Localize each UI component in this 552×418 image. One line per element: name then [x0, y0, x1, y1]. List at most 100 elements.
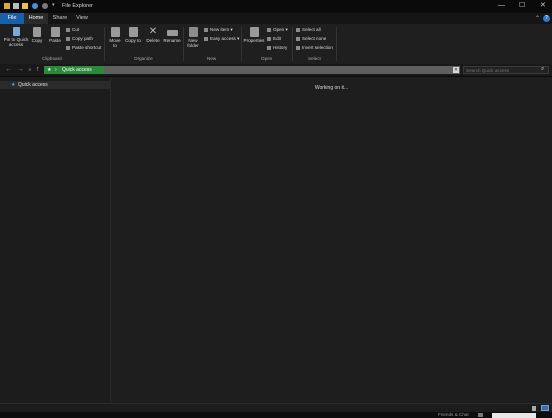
pin-to-quick-access-label: Pin to Quick access: [3, 37, 29, 47]
move-to-button[interactable]: Move to: [107, 27, 123, 48]
new-folder-icon: [188, 27, 198, 37]
delete-label: Delete: [146, 38, 160, 43]
cut-label: Cut: [72, 27, 80, 32]
new-item-icon: [204, 27, 208, 32]
move-to-label: Move to: [109, 38, 121, 48]
open-button[interactable]: Open ▾: [267, 27, 288, 33]
copy-path-icon: [66, 36, 70, 41]
copy-button[interactable]: Copy: [30, 27, 44, 43]
edit-label: Edit: [273, 36, 281, 41]
folder-icon: [4, 3, 10, 9]
search-box[interactable]: ⌕: [463, 66, 549, 74]
invert-selection-button[interactable]: Invert selection: [296, 45, 333, 51]
copy-path-button[interactable]: Copy path: [66, 36, 93, 42]
delete-x-icon: ✕: [148, 26, 158, 37]
invert-selection-label: Invert selection: [302, 45, 333, 50]
notification-bar: [492, 413, 536, 418]
cut-button[interactable]: Cut: [66, 27, 79, 33]
minimize-ribbon-chevron-icon[interactable]: ⌃: [535, 15, 540, 22]
copy-path-label: Copy path: [72, 36, 93, 41]
properties-button[interactable]: Properties: [243, 27, 265, 43]
ribbon: Pin to Quick access Copy Paste Cut Copy …: [0, 24, 552, 65]
details-view-icon[interactable]: [532, 406, 536, 411]
select-all-icon: [296, 27, 300, 32]
tab-share[interactable]: Share: [50, 13, 70, 24]
forward-arrow-icon[interactable]: →: [17, 65, 24, 75]
tab-view[interactable]: View: [72, 13, 92, 24]
paste-button[interactable]: Paste: [47, 27, 63, 43]
close-button[interactable]: ✕: [540, 2, 546, 10]
address-row: ← → ∨ ↑ ★ › Quick access ✕ ⌕: [0, 64, 552, 76]
easy-access-button[interactable]: Easy access ▾: [204, 36, 239, 42]
delete-button[interactable]: ✕ Delete: [144, 26, 162, 44]
customize-qa-chevron-icon[interactable]: ▾: [52, 2, 56, 8]
navigation-pane: ★ Quick access: [0, 77, 111, 403]
new-folder-label: New folder: [187, 38, 199, 48]
new-item-label: New item: [210, 27, 230, 32]
window-title: File Explorer: [62, 3, 93, 9]
copy-label: Copy: [31, 38, 43, 43]
new-folder-quick-icon[interactable]: [22, 3, 28, 9]
paste-label: Paste: [49, 38, 61, 43]
history-icon: [267, 45, 271, 50]
pin-to-quick-access-button[interactable]: Pin to Quick access: [2, 27, 30, 47]
paste-shortcut-label: Paste shortcut: [72, 45, 102, 50]
rename-button[interactable]: Rename: [162, 27, 182, 43]
select-group-label: Select: [308, 56, 321, 61]
chat-icon[interactable]: [478, 413, 483, 417]
address-bar[interactable]: ★ › Quick access ✕: [44, 66, 460, 74]
new-folder-button[interactable]: New folder: [185, 27, 201, 48]
properties-quick-icon[interactable]: [13, 3, 19, 9]
file-list-pane[interactable]: Working on it...: [111, 77, 552, 403]
group-divider: [241, 27, 242, 61]
cut-icon: [66, 27, 70, 32]
redo-icon[interactable]: [42, 3, 48, 9]
large-icons-view-icon[interactable]: [541, 405, 549, 411]
quick-access-star-icon: ★: [47, 67, 52, 73]
back-arrow-icon[interactable]: ←: [5, 65, 12, 75]
up-arrow-icon[interactable]: ↑: [36, 65, 40, 75]
maximize-button[interactable]: ☐: [519, 2, 525, 10]
edit-button[interactable]: Edit: [267, 36, 281, 42]
rename-label: Rename: [163, 38, 181, 43]
breadcrumb-chevron-icon[interactable]: ›: [55, 66, 57, 74]
copy-to-icon: [128, 27, 138, 37]
ribbon-tab-bar: File Home Share View ⌃ ?: [0, 13, 552, 24]
address-dropdown-icon[interactable]: ✕: [453, 67, 459, 73]
organize-group-label: Organize: [134, 56, 153, 61]
copy-to-label: Copy to: [125, 38, 141, 43]
select-all-button[interactable]: Select all: [296, 27, 321, 33]
copy-to-button[interactable]: Copy to: [125, 27, 141, 43]
pin-icon: [12, 27, 20, 36]
nav-item-quick-access[interactable]: ★ Quick access: [0, 81, 110, 89]
tab-file[interactable]: File: [0, 13, 24, 24]
rename-icon: [166, 30, 178, 36]
open-icon: [267, 27, 271, 32]
easy-access-label: Easy access: [210, 36, 236, 41]
select-all-label: Select all: [302, 27, 321, 32]
move-to-icon: [110, 27, 120, 37]
history-button[interactable]: History: [267, 45, 287, 51]
recent-locations-chevron-icon[interactable]: ∨: [28, 65, 32, 75]
tab-home[interactable]: Home: [24, 13, 48, 24]
minimize-button[interactable]: —: [498, 2, 505, 10]
new-item-button[interactable]: New item ▾: [204, 27, 233, 33]
edit-icon: [267, 36, 271, 41]
select-none-icon: [296, 36, 300, 41]
search-input[interactable]: [466, 67, 536, 73]
group-divider: [336, 27, 337, 61]
paste-icon: [50, 27, 60, 37]
paste-shortcut-icon: [66, 45, 70, 50]
group-divider: [183, 27, 184, 61]
properties-icon: [249, 27, 259, 37]
select-none-button[interactable]: Select none: [296, 36, 326, 42]
select-none-label: Select none: [302, 36, 327, 41]
copy-icon: [33, 27, 41, 37]
open-group-label: Open: [261, 56, 273, 61]
friends-chat-label[interactable]: Friends & Chat: [438, 412, 469, 418]
paste-shortcut-button[interactable]: Paste shortcut: [66, 45, 101, 51]
title-bar: ▾ File Explorer — ☐ ✕: [0, 0, 552, 13]
undo-icon[interactable]: [32, 3, 38, 9]
search-icon[interactable]: ⌕: [541, 66, 544, 73]
help-icon[interactable]: ?: [543, 15, 550, 22]
